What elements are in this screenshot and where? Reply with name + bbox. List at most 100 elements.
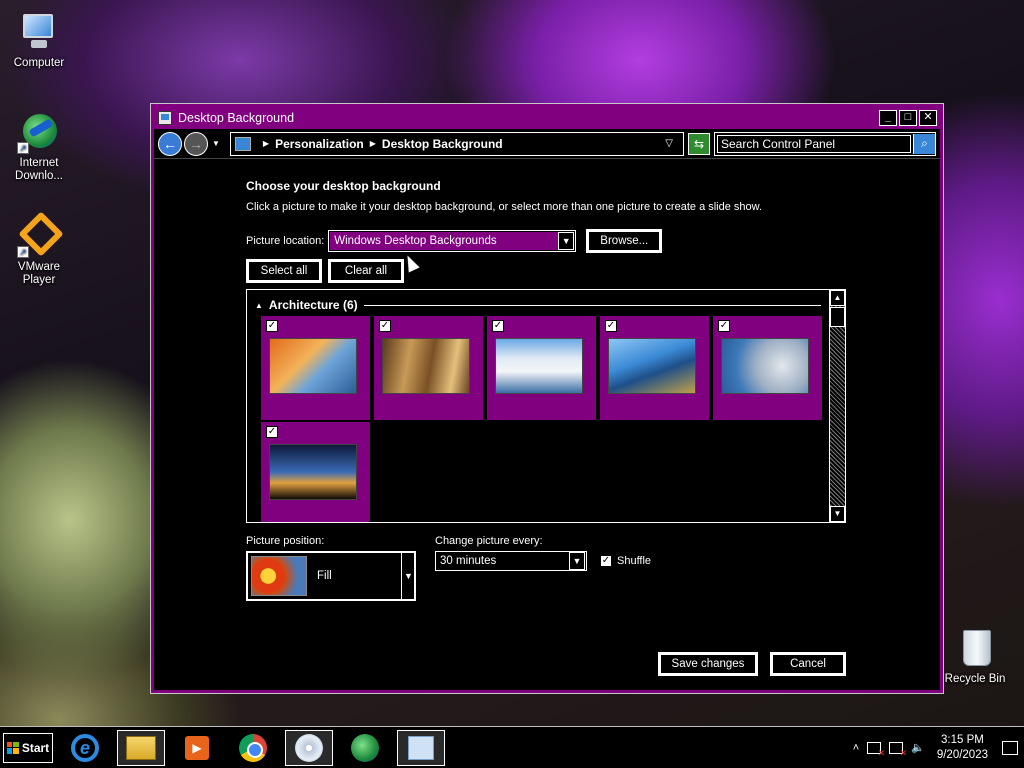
- wallpaper-image: [608, 338, 696, 394]
- taskbar-internet-download-manager[interactable]: [341, 730, 389, 766]
- thumbnail-checkbox[interactable]: ✓: [266, 320, 278, 332]
- breadcrumb-desktop-background[interactable]: Desktop Background: [382, 137, 503, 151]
- taskbar-chrome[interactable]: [229, 730, 277, 766]
- maximize-button[interactable]: □: [899, 110, 917, 126]
- recent-pages-dropdown-icon[interactable]: ▼: [212, 139, 220, 148]
- checkbox-checked-icon[interactable]: ✓: [600, 555, 612, 567]
- picture-position-label: Picture position:: [246, 535, 325, 547]
- control-panel-icon: [408, 735, 434, 760]
- taskbar-media-player[interactable]: ▶: [173, 730, 221, 766]
- divider: [363, 304, 821, 306]
- thumbnail-checkbox[interactable]: ✓: [605, 320, 617, 332]
- chevron-down-icon[interactable]: ▽: [665, 138, 673, 149]
- show-desktop-button[interactable]: [1002, 740, 1018, 755]
- slideshow-options: Picture position: Fill ▼ Change picture …: [245, 535, 846, 602]
- refresh-button[interactable]: ⇆: [688, 132, 710, 155]
- taskbar-disc-burner[interactable]: [285, 729, 333, 766]
- internet-download-manager-icon: [351, 733, 379, 762]
- desktop-icon-label: VMware Player: [17, 261, 61, 286]
- refresh-icon: ⇆: [693, 136, 705, 151]
- browse-button[interactable]: Browse...: [585, 228, 664, 254]
- desktop-icon-recycle-bin[interactable]: Recycle Bin: [940, 626, 1010, 686]
- chevron-right-icon[interactable]: ▶: [263, 139, 269, 148]
- position-preview-image: [251, 556, 307, 596]
- wallpaper-thumbnail[interactable]: ✓: [261, 422, 370, 522]
- computer-icon: [17, 10, 61, 54]
- start-button[interactable]: Start: [3, 732, 53, 763]
- title-bar[interactable]: Desktop Background _ □ ✕: [154, 107, 940, 129]
- save-changes-button[interactable]: Save changes: [657, 651, 759, 677]
- search-box: ⌕: [714, 131, 936, 156]
- window-title: Desktop Background: [178, 111, 295, 125]
- minimize-button[interactable]: _: [879, 110, 897, 126]
- thumbnail-checkbox[interactable]: ✓: [266, 426, 278, 438]
- action-center-alert-icon[interactable]: [867, 741, 885, 759]
- file-explorer-icon: [126, 735, 156, 760]
- desktop-icon-label: Computer: [13, 57, 65, 69]
- chevron-down-icon[interactable]: ▼: [401, 553, 415, 599]
- taskbar-control-panel[interactable]: [397, 729, 445, 766]
- close-button[interactable]: ✕: [919, 110, 937, 126]
- chevron-right-icon[interactable]: ▶: [370, 139, 376, 148]
- gallery-group-header[interactable]: ▲ Architecture (6): [255, 298, 821, 312]
- control-panel-icon: [234, 136, 251, 151]
- network-disconnected-icon[interactable]: [889, 741, 907, 759]
- internet-explorer-icon: e: [71, 733, 99, 762]
- disc-burner-icon: [295, 733, 323, 762]
- taskbar: Start e ▶ ˄ 🔈 3:15 PM 9/20/2023: [0, 726, 1024, 768]
- gallery-scrollbar[interactable]: ▲ ▼: [829, 290, 845, 522]
- scroll-thumb[interactable]: [830, 307, 845, 327]
- system-tray: ˄ 🔈 3:15 PM 9/20/2023: [853, 727, 1024, 768]
- wallpaper-image: [495, 338, 583, 394]
- taskbar-internet-explorer[interactable]: e: [61, 730, 109, 766]
- wallpaper-thumbnail[interactable]: ✓: [487, 316, 596, 420]
- chevron-down-icon[interactable]: ▼: [558, 232, 575, 250]
- back-button[interactable]: ←: [158, 131, 182, 156]
- volume-muted-icon[interactable]: 🔈: [911, 741, 925, 754]
- shuffle-checkbox[interactable]: ✓ Shuffle: [600, 555, 651, 567]
- taskbar-file-explorer[interactable]: [117, 729, 165, 766]
- wallpaper-image: [269, 444, 357, 500]
- cancel-button[interactable]: Cancel: [769, 651, 847, 677]
- chevron-down-icon[interactable]: ▼: [569, 552, 585, 570]
- picture-position-value: Fill: [317, 570, 332, 582]
- wallpaper-thumbnail[interactable]: ✓: [374, 316, 483, 420]
- thumbnail-checkbox[interactable]: ✓: [492, 320, 504, 332]
- picture-location-select[interactable]: Windows Desktop Backgrounds ▼: [328, 230, 577, 252]
- wallpaper-image: [269, 338, 357, 394]
- forward-button[interactable]: →: [184, 131, 208, 156]
- thumbnail-checkbox[interactable]: ✓: [379, 320, 391, 332]
- change-picture-label: Change picture every:: [435, 535, 543, 547]
- wallpaper-thumbnail[interactable]: ✓: [713, 316, 822, 420]
- desktop-icon-label: Recycle Bin: [944, 673, 1006, 685]
- wallpaper-thumbnail[interactable]: ✓: [600, 316, 709, 420]
- thumbnail-checkbox[interactable]: ✓: [718, 320, 730, 332]
- collapse-icon[interactable]: ▲: [255, 301, 263, 310]
- show-hidden-icons-icon[interactable]: ˄: [853, 742, 859, 754]
- select-all-button[interactable]: Select all: [245, 258, 323, 284]
- wallpaper-thumbnail[interactable]: ✓: [261, 316, 370, 420]
- desktop-icon-computer[interactable]: Computer: [4, 10, 74, 70]
- control-panel-icon: [158, 111, 172, 125]
- search-input[interactable]: [717, 134, 911, 153]
- change-interval-select[interactable]: 30 minutes ▼: [435, 551, 587, 571]
- scroll-up-icon[interactable]: ▲: [830, 290, 845, 306]
- system-clock[interactable]: 3:15 PM 9/20/2023: [937, 733, 988, 763]
- scroll-down-icon[interactable]: ▼: [830, 506, 845, 522]
- clear-all-button[interactable]: Clear all: [327, 258, 405, 284]
- breadcrumb-personalization[interactable]: Personalization: [275, 137, 364, 151]
- desktop-icon-vmware-player[interactable]: ↗ VMware Player: [4, 211, 74, 287]
- clock-time: 3:15 PM: [941, 733, 984, 746]
- group-title: Architecture (6): [268, 298, 358, 312]
- recycle-bin-icon: [953, 626, 997, 670]
- address-bar[interactable]: ▶ Personalization ▶ Desktop Background ▽: [229, 131, 684, 156]
- picture-position-select[interactable]: Fill ▼: [245, 550, 417, 602]
- search-button[interactable]: ⌕: [913, 133, 935, 154]
- chrome-icon: [239, 733, 267, 762]
- page-title: Choose your desktop background: [246, 179, 441, 193]
- picture-location-value: Windows Desktop Backgrounds: [330, 232, 559, 250]
- wallpaper-image: [382, 338, 470, 394]
- desktop-icon-internet-download-manager[interactable]: ↗ Internet Downlo...: [4, 110, 74, 183]
- picture-location-label: Picture location:: [246, 235, 325, 247]
- picture-gallery: ▲ Architecture (6) ✓ ✓ ✓ ✓ ✓ ✓ ▲ ▼: [246, 289, 846, 523]
